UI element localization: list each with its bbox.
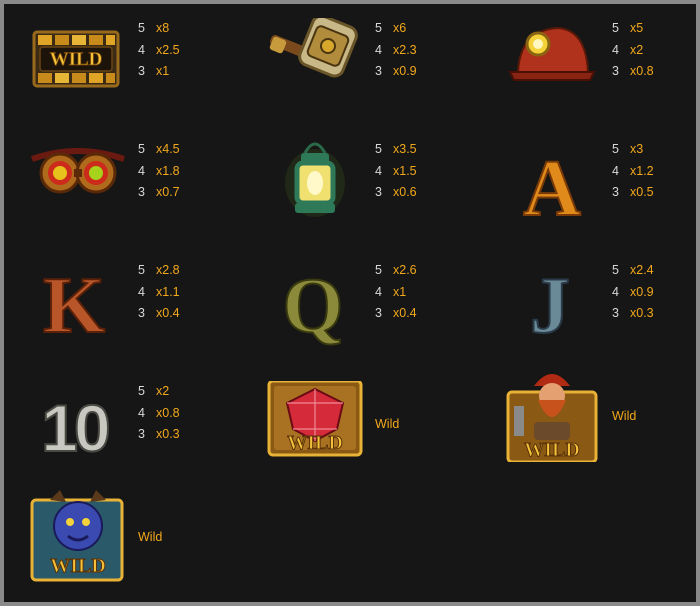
hammer-icon — [267, 18, 363, 114]
paytable-entry-goggles: 5 x4.5 4 x1.8 3 x0.7 — [30, 139, 266, 249]
pay-row: 3 x0.3 — [612, 306, 654, 320]
paytable-values: 5 x4.5 4 x1.8 3 x0.7 — [138, 139, 258, 204]
miner-helmet-icon — [504, 18, 600, 114]
paytable-entry-letter-a: A 5 x3 4 x1.2 3 x0.5 — [504, 139, 700, 249]
pay-row: 3 x0.4 — [138, 306, 180, 320]
paytable-entry-wild-chest: WILD 5 x8 4 x2.5 3 x1 — [30, 18, 266, 128]
pay-row: 4 x1.5 — [375, 163, 417, 178]
pay-row: 5 x2 — [138, 384, 170, 398]
svg-text:Q: Q — [283, 262, 344, 349]
pay-row: 4 x2 — [612, 42, 644, 57]
pay-row: 5 x8 — [138, 21, 170, 35]
pay-row: 5 x5 — [612, 21, 644, 35]
pay-row: 4 x2.5 — [138, 42, 180, 57]
wild-label: Wild — [375, 417, 400, 431]
svg-text:WILD: WILD — [524, 439, 580, 461]
pay-row: 5 x2.4 — [612, 263, 654, 277]
paytable-values: 5 x2.6 4 x1 3 x0.4 — [375, 260, 495, 325]
paytable-values: 5 x2.8 4 x1.1 3 x0.4 — [138, 260, 258, 325]
pay-row: 4 x1.1 — [138, 284, 180, 299]
paytable-entry-helmet: 5 x5 4 x2 3 x0.8 — [504, 18, 700, 128]
letter-k-icon: K — [30, 260, 126, 356]
pay-row: 3 x0.7 — [138, 185, 180, 199]
pay-row: 4 x2.3 — [375, 42, 417, 57]
pay-row: 5 x4.5 — [138, 142, 180, 156]
paytable-entry-letter-q: Q 5 x2.6 4 x1 3 x0.4 — [267, 260, 503, 370]
wild-gold-bars-icon: WILD — [30, 18, 126, 114]
paytable-entry-number-10: 10 5 x2 4 x0.8 3 x0.3 — [30, 381, 266, 491]
paytable-entry-letter-k: K 5 x2.8 4 x1.1 3 x0.4 — [30, 260, 266, 370]
paytable-entry-hammer: 5 x6 4 x2.3 3 x0.9 — [267, 18, 503, 128]
letter-q-icon: Q — [267, 260, 363, 356]
svg-text:J: J — [530, 262, 570, 350]
paytable-entry-lantern: 5 x3.5 4 x1.5 3 x0.6 — [267, 139, 503, 249]
pay-row: 3 x0.9 — [375, 64, 417, 78]
pay-row: 3 x0.5 — [612, 185, 654, 199]
pay-row: 3 x0.8 — [612, 64, 654, 78]
wild-label: Wild — [138, 530, 163, 544]
paytable-panel: WILD 5x8 4x2.5 3x1 5x6 4x2.3 3x0.9 — [4, 4, 696, 602]
wild-dwarf-icon: WILD — [504, 366, 600, 462]
svg-text:K: K — [43, 262, 105, 350]
number-10-icon: 10 — [30, 381, 126, 477]
pay-row: 5 x3 — [612, 142, 644, 156]
pay-row: 4 x1 — [375, 284, 407, 299]
paytable-values: 5 x8 4 x2.5 3 x1 — [138, 18, 258, 83]
paytable-values: 5 x6 4 x2.3 3 x0.9 — [375, 18, 495, 83]
paytable-entry-wild-goblin: WILD Wild — [30, 488, 266, 598]
svg-text:A: A — [523, 145, 581, 233]
paytable-values: 5 x5 4 x2 3 x0.8 — [612, 18, 700, 83]
paytable-values: 5 x3.5 4 x1.5 3 x0.6 — [375, 139, 495, 204]
pay-row: 5 x3.5 — [375, 142, 417, 156]
svg-text:WILD: WILD — [287, 432, 343, 454]
pay-row: 4 x1.2 — [612, 163, 654, 178]
pay-row: 4 x0.8 — [138, 405, 180, 420]
pay-row: 4 x1.8 — [138, 163, 180, 178]
pay-row: 5 x2.8 — [138, 263, 180, 277]
letter-a-icon: A — [504, 139, 600, 235]
pay-row: 4 x0.9 — [612, 284, 654, 299]
paytable-entry-letter-j: J 5 x2.4 4 x0.9 3 x0.3 — [504, 260, 700, 370]
paytable-entry-wild-dwarf: WILD Wild — [504, 366, 700, 476]
wild-goblin-icon: WILD — [30, 488, 126, 584]
paytable-values: 5 x3 4 x1.2 3 x0.5 — [612, 139, 700, 204]
goggles-icon — [30, 139, 126, 235]
letter-j-icon: J — [504, 260, 600, 356]
pay-row: 5 x6 — [375, 21, 407, 35]
wild-chest-text: WILD — [50, 49, 103, 70]
wild-ruby-icon: WILD — [267, 381, 363, 477]
wild-label: Wild — [612, 409, 637, 423]
pay-row: 3 x0.6 — [375, 185, 417, 199]
pay-row: 3 x1 — [138, 64, 170, 78]
svg-text:10: 10 — [41, 391, 108, 465]
lantern-icon — [267, 139, 363, 235]
paytable-values: 5 x2 4 x0.8 3 x0.3 — [138, 381, 258, 446]
pay-row: 5 x2.6 — [375, 263, 417, 277]
paytable-values: 5 x2.4 4 x0.9 3 x0.3 — [612, 260, 700, 325]
paytable-entry-wild-gem: WILD Wild — [267, 381, 503, 491]
pay-row: 3 x0.4 — [375, 306, 417, 320]
pay-row: 3 x0.3 — [138, 427, 180, 441]
svg-text:WILD: WILD — [50, 555, 106, 577]
